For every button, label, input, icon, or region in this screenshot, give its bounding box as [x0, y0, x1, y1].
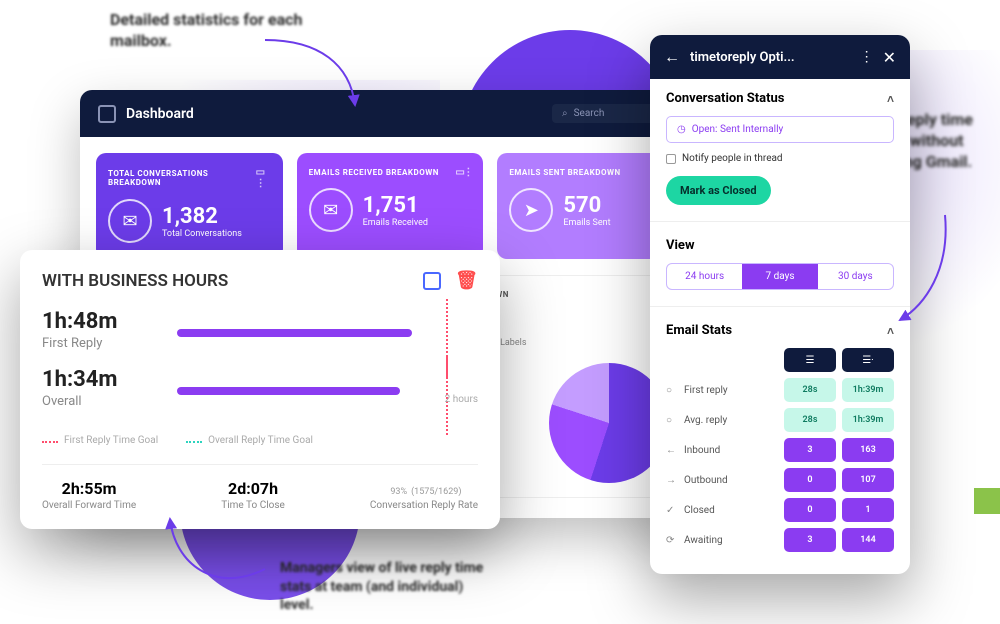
value-team: 1h:39m	[842, 408, 894, 432]
close-icon[interactable]: ✕	[883, 48, 896, 67]
annotation-bottom: Managers view of live reply time stats a…	[280, 559, 490, 614]
stat-row-outbound: →Outbound0107	[666, 468, 894, 492]
send-icon: ➤	[509, 188, 553, 232]
view-title: View	[666, 238, 695, 253]
panel-title: WITH BUSINESS HOURS	[42, 271, 228, 291]
seg-24h[interactable]: 24 hours	[667, 264, 742, 289]
mark-closed-button[interactable]: Mark as Closed	[666, 176, 771, 205]
search-icon: ⌕	[562, 108, 568, 119]
row-icon: ○	[666, 385, 678, 396]
stat-row-inbound: ←Inbound3163	[666, 438, 894, 462]
trash-icon[interactable]: 🗑	[455, 270, 478, 291]
value-team: 163	[842, 438, 894, 462]
value-self: 0	[784, 498, 836, 522]
person-icon[interactable]: ☰	[784, 348, 836, 372]
overall-row: 1h:34m Overall 2 hours	[42, 367, 478, 395]
row-icon: ✓	[666, 505, 678, 516]
card-emails-received[interactable]: EMAILS RECEIVED BREAKDOWN▭ ⋮ ✉ 1,751 Ema…	[297, 153, 484, 259]
decorative-accent	[974, 488, 1000, 514]
mobile-panel: ← timetoreply Opti... ⋮ ✕ Conversation S…	[650, 35, 910, 574]
row-icon: ○	[666, 415, 678, 426]
value-self: 3	[784, 528, 836, 552]
more-icon[interactable]: ⋮	[860, 49, 873, 65]
stat-time-to-close: 2d:07h Time To Close	[221, 479, 285, 511]
dashboard-icon	[98, 105, 116, 123]
dashboard-titlebar: Dashboard ⌕ Search	[80, 90, 700, 137]
stat-row-closed: ✓Closed01	[666, 498, 894, 522]
mobile-title: timetoreply Opti...	[690, 50, 850, 65]
stat-forward-time: 2h:55m Overall Forward Time	[42, 479, 136, 511]
clock-icon: ◷	[677, 124, 686, 135]
legend: First Reply Time Goal Overall Reply Time…	[42, 435, 478, 446]
checkbox-icon	[666, 154, 676, 164]
value-self: 3	[784, 438, 836, 462]
stat-row-awaiting: ⟳Awaiting3144	[666, 528, 894, 552]
value-self: 28s	[784, 408, 836, 432]
notify-checkbox[interactable]: Notify people in thread	[666, 153, 894, 164]
view-segmented[interactable]: 24 hours 7 days 30 days	[666, 263, 894, 290]
row-icon: →	[666, 475, 678, 486]
stat-row-first-reply: ○First reply28s1h:39m	[666, 378, 894, 402]
seg-30d[interactable]: 30 days	[818, 264, 893, 289]
chevron-up-icon[interactable]: ˄	[887, 92, 894, 106]
value-team: 1	[842, 498, 894, 522]
value-team: 107	[842, 468, 894, 492]
value-self: 0	[784, 468, 836, 492]
stats-columns: ☰ ☰·	[666, 348, 894, 372]
section-title: Conversation Status	[666, 91, 784, 106]
email-stats-title: Email Stats	[666, 323, 732, 338]
seg-7d[interactable]: 7 days	[742, 264, 817, 289]
value-team: 1h:39m	[842, 378, 894, 402]
row-icon: ←	[666, 445, 678, 456]
row-icon: ⟳	[666, 535, 678, 546]
inbox-icon: ✉	[309, 188, 353, 232]
status-open[interactable]: ◷ Open: Sent Internally	[666, 116, 894, 143]
card-actions-icon[interactable]: ▭ ⋮	[455, 167, 471, 178]
stat-row-avg-reply: ○Avg. reply28s1h:39m	[666, 408, 894, 432]
first-reply-row: 1h:48m First Reply	[42, 309, 478, 337]
people-icon[interactable]: ☰·	[842, 348, 894, 372]
calendar-icon[interactable]	[423, 272, 441, 290]
card-total-conversations[interactable]: TOTAL CONVERSATIONS BREAKDOWN▭ ⋮ ✉ 1,382…	[96, 153, 283, 259]
value-self: 28s	[784, 378, 836, 402]
business-hours-panel: WITH BUSINESS HOURS 🗑 1h:48m First Reply…	[20, 250, 500, 529]
chevron-up-icon[interactable]: ˄	[887, 324, 894, 338]
chat-icon: ✉	[108, 199, 152, 243]
value-team: 144	[842, 528, 894, 552]
stat-reply-rate: 93%(1575/1629) Conversation Reply Rate	[370, 479, 478, 511]
card-actions-icon[interactable]: ▭ ⋮	[256, 167, 271, 189]
back-icon[interactable]: ←	[664, 47, 680, 67]
